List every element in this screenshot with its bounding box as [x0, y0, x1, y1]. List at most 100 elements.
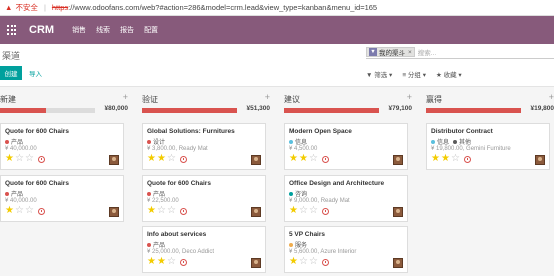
avatar[interactable] [251, 155, 261, 165]
star-empty-icon[interactable]: ☆ [451, 154, 460, 164]
star-empty-icon[interactable]: ☆ [167, 206, 176, 216]
facet-label: 我的渠斗 [379, 50, 405, 57]
add-card-button[interactable]: + [265, 92, 270, 102]
star-empty-icon[interactable]: ☆ [25, 206, 34, 216]
star-filled-icon[interactable]: ★ [289, 206, 298, 216]
lead-card[interactable]: Quote for 600 Chairs 产品 ¥ 40,000.00 ★ ☆ ☆ [0, 123, 124, 170]
card-tags: 产品 [5, 189, 27, 198]
browser-address-bar[interactable]: ▲ 不安全 | https ://www.odoofans.com/web?#a… [0, 0, 554, 16]
clock-icon[interactable] [463, 155, 471, 163]
star-filled-icon[interactable]: ★ [431, 154, 440, 164]
menu-sales[interactable]: 销售 [72, 25, 86, 35]
facet-close-icon[interactable]: × [408, 49, 412, 56]
star-empty-icon[interactable]: ☆ [157, 206, 166, 216]
star-empty-icon[interactable]: ☆ [299, 257, 308, 267]
clock-icon[interactable] [179, 155, 187, 163]
priority-stars[interactable]: ★ ★ ☆ [289, 154, 329, 164]
clock-icon[interactable] [321, 258, 329, 266]
tag: 产品 [147, 189, 165, 198]
avatar[interactable] [109, 155, 119, 165]
star-filled-icon[interactable]: ★ [147, 257, 156, 267]
avatar[interactable] [109, 207, 119, 217]
avatar[interactable] [535, 155, 545, 165]
lead-card[interactable]: Quote for 600 Chairs 产品 ¥ 22,500.00 ★ ☆ ☆ [142, 175, 266, 222]
star-filled-icon[interactable]: ★ [147, 154, 156, 164]
priority-stars[interactable]: ★ ☆ ☆ [5, 206, 45, 216]
filters-dropdown[interactable]: ▼ 筛选 ▾ [366, 69, 392, 79]
star-filled-icon[interactable]: ★ [147, 206, 156, 216]
card-title: Distributor Contract [431, 128, 493, 135]
avatar[interactable] [393, 207, 403, 217]
lead-card[interactable]: Modern Open Space 信息 ¥ 4,500.00 ★ ★ ☆ [284, 123, 408, 170]
star-empty-icon[interactable]: ☆ [309, 257, 318, 267]
clock-icon[interactable] [37, 155, 45, 163]
menu-reports[interactable]: 报告 [120, 25, 134, 35]
column-progress-bar[interactable] [0, 108, 95, 113]
priority-stars[interactable]: ★ ★ ☆ [147, 154, 187, 164]
star-empty-icon[interactable]: ☆ [309, 206, 318, 216]
import-button[interactable]: 导入 [29, 66, 42, 80]
star-filled-icon[interactable]: ★ [157, 257, 166, 267]
clock-icon[interactable] [321, 207, 329, 215]
star-filled-icon[interactable]: ★ [299, 154, 308, 164]
star-empty-icon[interactable]: ☆ [15, 154, 24, 164]
clock-icon[interactable] [37, 207, 45, 215]
avatar[interactable] [251, 207, 261, 217]
tag: 服务 [289, 240, 307, 249]
column-title: 赢得 [426, 95, 442, 104]
priority-stars[interactable]: ★ ☆ ☆ [289, 257, 329, 267]
priority-stars[interactable]: ★ ★ ☆ [431, 154, 471, 164]
lead-card[interactable]: Info about services 产品 ¥ 25,000.00, Deco… [142, 226, 266, 273]
star-filled-icon[interactable]: ★ [5, 154, 14, 164]
star-filled-icon[interactable]: ★ [441, 154, 450, 164]
lead-card[interactable]: Quote for 600 Chairs 产品 ¥ 40,000.00 ★ ☆ ☆ [0, 175, 124, 222]
column-progress-bar[interactable] [284, 108, 379, 113]
star-empty-icon[interactable]: ☆ [15, 206, 24, 216]
insecure-label[interactable]: 不安全 [15, 2, 38, 13]
avatar[interactable] [251, 258, 261, 268]
search-bar[interactable]: ▼ 我的渠斗 × 搜索... [366, 46, 554, 59]
star-empty-icon[interactable]: ☆ [25, 154, 34, 164]
groupby-dropdown[interactable]: ≡ 分组 ▾ [402, 69, 426, 79]
star-filled-icon[interactable]: ★ [289, 154, 298, 164]
favorites-dropdown[interactable]: ★ 收藏 ▾ [436, 69, 462, 79]
add-card-button[interactable]: + [123, 92, 128, 102]
create-button[interactable]: 创建 [0, 66, 22, 80]
column-progress-bar[interactable] [426, 108, 521, 113]
search-facet[interactable]: ▼ 我的渠斗 × [366, 47, 415, 57]
lead-card[interactable]: Distributor Contract 信息 其他 ¥ 19,800.00, … [426, 123, 550, 170]
clock-icon[interactable] [179, 207, 187, 215]
star-empty-icon[interactable]: ☆ [299, 206, 308, 216]
avatar[interactable] [393, 155, 403, 165]
column-progress-bar[interactable] [142, 108, 237, 113]
menu-leads[interactable]: 线索 [96, 25, 110, 35]
star-empty-icon[interactable]: ☆ [309, 154, 318, 164]
clock-icon[interactable] [321, 155, 329, 163]
lead-card[interactable]: 5 VP Chairs 服务 ¥ 5,600.00, Azure Interio… [284, 226, 408, 273]
app-brand[interactable]: CRM [29, 24, 54, 36]
search-input[interactable]: 搜索... [418, 47, 436, 57]
filter-icon: ▼ [369, 48, 377, 56]
star-filled-icon[interactable]: ★ [157, 154, 166, 164]
lead-card[interactable]: Office Design and Architecture 咨询 ¥ 9,00… [284, 175, 408, 222]
priority-stars[interactable]: ★ ☆ ☆ [147, 206, 187, 216]
priority-stars[interactable]: ★ ☆ ☆ [5, 154, 45, 164]
tag: 信息 [431, 137, 449, 146]
menu-config[interactable]: 配置 [144, 25, 158, 35]
avatar[interactable] [393, 258, 403, 268]
tag: 产品 [5, 189, 23, 198]
priority-stars[interactable]: ★ ☆ ☆ [289, 206, 329, 216]
add-card-button[interactable]: + [407, 92, 412, 102]
star-empty-icon[interactable]: ☆ [167, 154, 176, 164]
top-navbar: CRM 销售 线索 报告 配置 [0, 16, 554, 44]
priority-stars[interactable]: ★ ★ ☆ [147, 257, 187, 267]
card-tags: 产品 [147, 189, 169, 198]
apps-grid-icon[interactable] [7, 25, 17, 35]
star-filled-icon[interactable]: ★ [289, 257, 298, 267]
lead-card[interactable]: Global Solutions: Furnitures 设计 ¥ 3,800.… [142, 123, 266, 170]
clock-icon[interactable] [179, 258, 187, 266]
star-empty-icon[interactable]: ☆ [167, 257, 176, 267]
star-filled-icon[interactable]: ★ [5, 206, 14, 216]
add-card-button[interactable]: + [549, 92, 554, 102]
card-amount: ¥ 9,000.00, Ready Mat [289, 198, 350, 204]
